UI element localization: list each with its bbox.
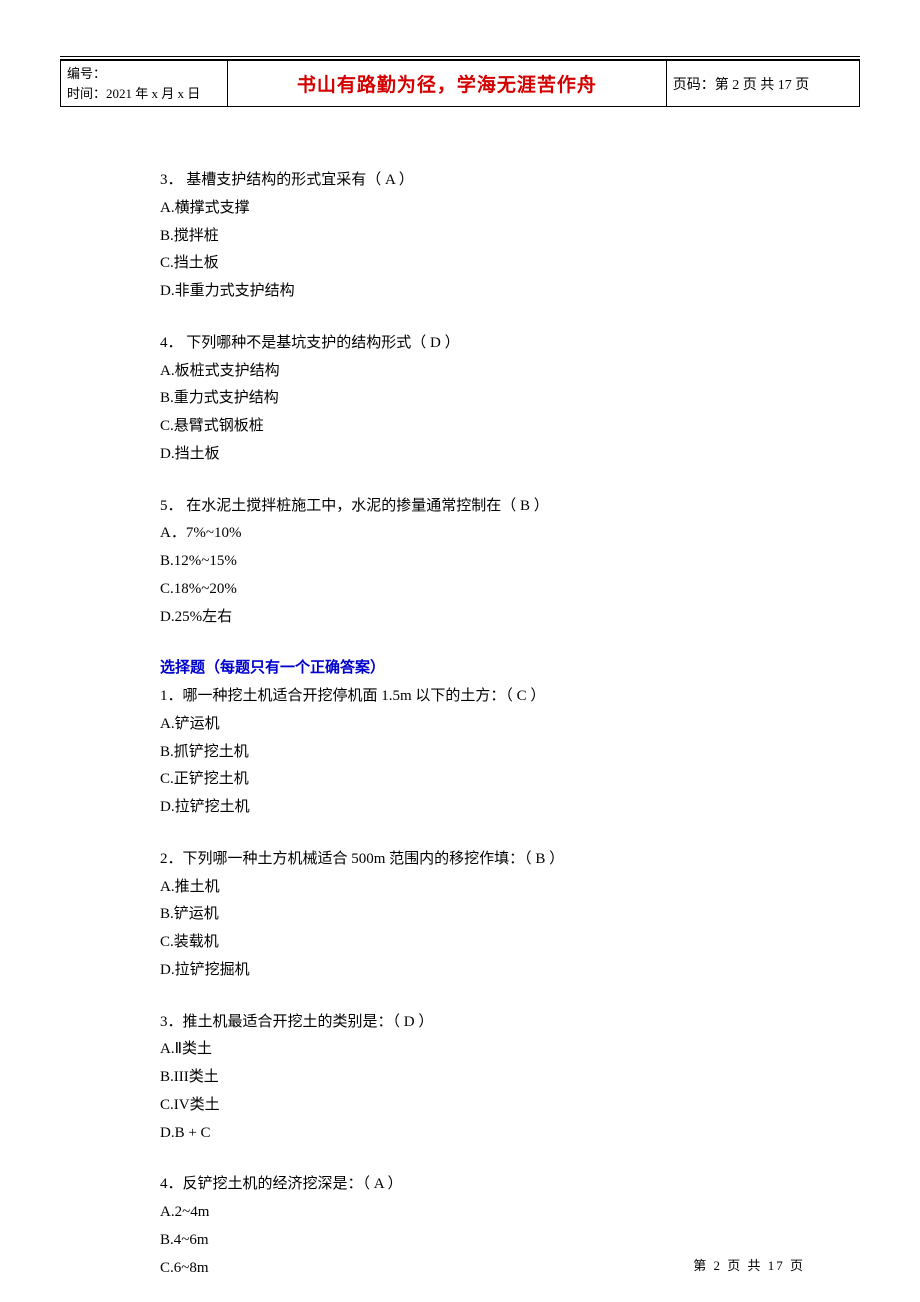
option-c: C.挡土板 <box>160 250 860 278</box>
option-d: D.挡土板 <box>160 441 860 469</box>
option-c: C.18%~20% <box>160 576 860 604</box>
header-page-label: 页码：第 2 页 共 17 页 <box>666 61 859 107</box>
question-block: 4． 下列哪种不是基坑支护的结构形式（ D ） A.板桩式支护结构 B.重力式支… <box>160 330 860 469</box>
option-a: A.2~4m <box>160 1199 860 1227</box>
option-a: A.推土机 <box>160 874 860 902</box>
question-stem: 2．下列哪一种土方机械适合 500m 范围内的移挖作填：（ B ） <box>160 846 860 874</box>
question-block: 2．下列哪一种土方机械适合 500m 范围内的移挖作填：（ B ） A.推土机 … <box>160 846 860 985</box>
page-container: 编号： 时间：2021 年 x 月 x 日 书山有路勤为径，学海无涯苦作舟 页码… <box>0 0 920 1282</box>
option-d: D.拉铲挖土机 <box>160 794 860 822</box>
question-stem: 5． 在水泥土搅拌桩施工中，水泥的掺量通常控制在（ B ） <box>160 493 860 521</box>
header-motto: 书山有路勤为径，学海无涯苦作舟 <box>228 61 667 107</box>
doc-date-label: 时间：2021 年 x 月 x 日 <box>67 84 221 104</box>
option-d: D.25%左右 <box>160 604 860 632</box>
page-number-footer: 第 2 页 共 17 页 <box>693 1255 805 1274</box>
question-block: 1．哪一种挖土机适合开挖停机面 1.5m 以下的土方：（ C ） A.铲运机 B… <box>160 683 860 822</box>
question-stem: 1．哪一种挖土机适合开挖停机面 1.5m 以下的土方：（ C ） <box>160 683 860 711</box>
question-block: 3． 基槽支护结构的形式宜采有（ A ） A.横撑式支撑 B.搅拌桩 C.挡土板… <box>160 167 860 306</box>
option-b: B.搅拌桩 <box>160 223 860 251</box>
option-a: A.Ⅱ类土 <box>160 1036 860 1064</box>
option-b: B.12%~15% <box>160 548 860 576</box>
option-b: B.重力式支护结构 <box>160 385 860 413</box>
option-d: D.拉铲挖掘机 <box>160 957 860 985</box>
option-c: C.IV类土 <box>160 1092 860 1120</box>
option-c: C.装载机 <box>160 929 860 957</box>
option-d: D.非重力式支护结构 <box>160 278 860 306</box>
section-heading: 选择题（每题只有一个正确答案） <box>160 655 860 683</box>
option-a: A.横撑式支撑 <box>160 195 860 223</box>
question-stem: 4．反铲挖土机的经济挖深是：（ A ） <box>160 1171 860 1199</box>
question-stem: 4． 下列哪种不是基坑支护的结构形式（ D ） <box>160 330 860 358</box>
header-table: 编号： 时间：2021 年 x 月 x 日 书山有路勤为径，学海无涯苦作舟 页码… <box>60 60 860 107</box>
doc-id-label: 编号： <box>67 64 221 84</box>
question-block: 3．推土机最适合开挖土的类别是：（ D ） A.Ⅱ类土 B.III类土 C.IV… <box>160 1009 860 1148</box>
option-b: B.铲运机 <box>160 901 860 929</box>
option-b: B.抓铲挖土机 <box>160 739 860 767</box>
option-c: C.悬臂式钢板桩 <box>160 413 860 441</box>
header-left-cell: 编号： 时间：2021 年 x 月 x 日 <box>61 61 228 107</box>
content-area: 3． 基槽支护结构的形式宜采有（ A ） A.横撑式支撑 B.搅拌桩 C.挡土板… <box>60 107 860 1282</box>
question-stem: 3． 基槽支护结构的形式宜采有（ A ） <box>160 167 860 195</box>
option-a: A.板桩式支护结构 <box>160 358 860 386</box>
question-block: 5． 在水泥土搅拌桩施工中，水泥的掺量通常控制在（ B ） A．7%~10% B… <box>160 493 860 632</box>
option-b: B.4~6m <box>160 1227 860 1255</box>
header-rule <box>60 56 860 57</box>
option-b: B.III类土 <box>160 1064 860 1092</box>
option-c: C.正铲挖土机 <box>160 766 860 794</box>
question-stem: 3．推土机最适合开挖土的类别是：（ D ） <box>160 1009 860 1037</box>
option-a: A．7%~10% <box>160 520 860 548</box>
option-d: D.B + C <box>160 1120 860 1148</box>
option-a: A.铲运机 <box>160 711 860 739</box>
